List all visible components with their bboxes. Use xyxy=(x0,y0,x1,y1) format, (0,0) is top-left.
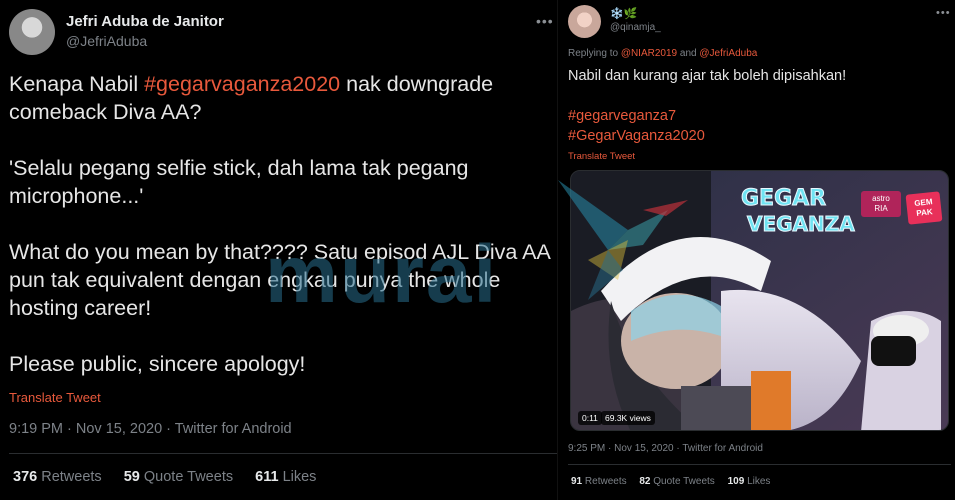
more-icon[interactable]: ••• xyxy=(536,14,554,28)
mention-link[interactable]: @NIAR2019 xyxy=(621,48,677,59)
video-player[interactable]: GEGAR VEGANZA astro RIA GEM PAK 0:11 69.3… xyxy=(570,170,949,431)
user-handle[interactable]: @qinamja_ xyxy=(610,22,661,33)
tweet-text: Kenapa Nabil #gegarvaganza2020 nak downg… xyxy=(9,70,554,378)
likes-stat[interactable]: 611 Likes xyxy=(255,469,316,485)
user-handle[interactable]: @JefriAduba xyxy=(66,33,147,49)
retweets-count: 91 xyxy=(571,476,583,487)
tweet-text: Nabil dan kurang ajar tak boleh dipisahk… xyxy=(568,66,948,146)
tweet-stats: 91 Retweets 82 Quote Tweets 109 Likes xyxy=(571,476,780,487)
hashtag-link[interactable]: #GegarVaganza2020 xyxy=(568,126,948,146)
hashtag-list: #gegarveganza7 #GegarVaganza2020 xyxy=(568,106,948,146)
quote-tweets-stat[interactable]: 82 Quote Tweets xyxy=(639,476,714,487)
likes-stat[interactable]: 109 Likes xyxy=(728,476,771,487)
quotes-count: 59 xyxy=(123,469,140,485)
likes-count: 109 xyxy=(727,476,745,487)
retweets-stat[interactable]: 91 Retweets xyxy=(571,476,627,487)
hashtag-link[interactable]: #gegarveganza7 xyxy=(568,106,948,126)
avatar[interactable] xyxy=(568,5,601,38)
tweet-paragraph: 'Selalu pegang selfie stick, dah lama ta… xyxy=(9,156,469,208)
likes-label: Likes xyxy=(747,476,771,487)
tweet-paragraph: What do you mean by that???? Satu episod… xyxy=(9,240,550,320)
mention-link[interactable]: @JefriAduba xyxy=(699,48,757,59)
likes-label: Likes xyxy=(282,469,317,485)
likes-count: 611 xyxy=(255,469,279,485)
quote-tweets-stat[interactable]: 59 Quote Tweets xyxy=(124,469,233,485)
divider xyxy=(568,464,951,465)
channel-badge: astro RIA xyxy=(861,191,901,217)
avatar[interactable] xyxy=(9,9,55,55)
retweets-label: Retweets xyxy=(584,476,627,487)
divider xyxy=(9,453,557,454)
translate-tweet-link[interactable]: Translate Tweet xyxy=(568,151,635,162)
video-duration: 0:11 xyxy=(578,411,602,425)
show-logo: GEGAR VEGANZA xyxy=(741,186,856,237)
tweet-paragraph: Kenapa Nabil #gegarvaganza2020 nak downg… xyxy=(9,70,554,126)
tweet-card-right: ❄️🌿 @qinamja_ ••• Replying to @NIAR2019 … xyxy=(557,0,955,500)
translate-tweet-link[interactable]: Translate Tweet xyxy=(9,390,101,405)
logo-text-line-2: VEGANZA xyxy=(747,212,855,236)
tweet-timestamp[interactable]: 9:25 PM · Nov 15, 2020 · Twitter for And… xyxy=(568,443,763,454)
tweet-card-left: Jefri Aduba de Janitor @JefriAduba ••• K… xyxy=(0,0,557,500)
tweet-timestamp[interactable]: 9:19 PM · Nov 15, 2020 · Twitter for And… xyxy=(9,421,292,437)
tweet-stats: 376 Retweets 59 Quote Tweets 611 Likes xyxy=(13,469,334,485)
video-views: 69.3K views xyxy=(601,411,655,425)
retweets-stat[interactable]: 376 Retweets xyxy=(13,469,102,485)
display-name[interactable]: Jefri Aduba de Janitor xyxy=(66,13,224,30)
retweets-label: Retweets xyxy=(41,469,102,485)
tweet-paragraph: Please public, sincere apology! xyxy=(9,352,306,376)
reply-prefix: Replying to xyxy=(568,48,619,59)
tweet-text-segment: Kenapa Nabil xyxy=(9,72,145,96)
hashtag-link[interactable]: #gegarvaganza2020 xyxy=(144,72,340,96)
tweet-paragraph: Nabil dan kurang ajar tak boleh dipisahk… xyxy=(568,68,847,84)
logo-text-line-1: GEGAR xyxy=(741,186,826,211)
ria-badge-text: RIA xyxy=(874,204,888,213)
reply-and: and xyxy=(679,48,697,59)
quotes-count: 82 xyxy=(639,476,651,487)
reply-context: Replying to @NIAR2019 and @JefriAduba xyxy=(568,48,757,59)
more-icon[interactable]: ••• xyxy=(936,8,951,19)
quotes-label: Quote Tweets xyxy=(653,476,715,487)
retweets-count: 376 xyxy=(13,469,38,485)
gempak-badge: GEM PAK xyxy=(905,191,943,225)
display-name[interactable]: ❄️🌿 xyxy=(610,7,637,20)
quotes-label: Quote Tweets xyxy=(143,469,234,485)
astro-badge-text: astro xyxy=(872,194,890,203)
